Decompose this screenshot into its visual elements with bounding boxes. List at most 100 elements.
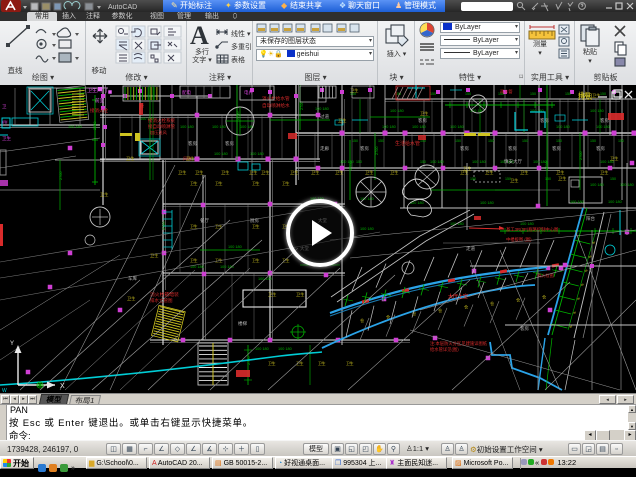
svg-text:消火栓图: 消火栓图 xyxy=(537,272,554,279)
svg-text:走廊: 走廊 xyxy=(320,145,329,152)
svg-text:客房: 客房 xyxy=(600,117,609,124)
svg-text:卫生: 卫生 xyxy=(350,87,358,93)
svg-text:2700: 2700 xyxy=(545,162,549,170)
svg-text:卫生: 卫生 xyxy=(338,117,346,123)
svg-text:餐厅: 餐厅 xyxy=(200,217,209,224)
svg-text:100 180: 100 180 xyxy=(480,201,494,205)
svg-text:多重引线: 多重引线 xyxy=(231,42,251,51)
svg-text:电井: 电井 xyxy=(244,89,253,96)
svg-text:100 180: 100 180 xyxy=(590,109,604,113)
svg-text:100 180: 100 180 xyxy=(430,160,444,164)
svg-text:接消火栓系统: 接消火栓系统 xyxy=(148,117,175,124)
svg-text:100 180: 100 180 xyxy=(570,200,584,204)
svg-text:卫生: 卫生 xyxy=(268,361,276,366)
svg-text:卫生: 卫生 xyxy=(261,169,269,175)
svg-text:表格: 表格 xyxy=(231,55,245,64)
svg-text:2700: 2700 xyxy=(93,122,97,130)
svg-text:100 180: 100 180 xyxy=(472,160,486,164)
svg-text:卫生: 卫生 xyxy=(127,295,135,301)
svg-text:卫生: 卫生 xyxy=(365,169,373,175)
svg-text:客房: 客房 xyxy=(360,145,369,152)
svg-text:仓: 仓 xyxy=(438,307,443,313)
svg-text:仓: 仓 xyxy=(360,317,365,323)
svg-text:仓: 仓 xyxy=(464,303,469,309)
svg-text:100 180: 100 180 xyxy=(228,245,242,249)
svg-text:100 180: 100 180 xyxy=(250,152,264,156)
svg-text:过道: 过道 xyxy=(320,113,329,120)
svg-text:卫生: 卫生 xyxy=(100,191,108,197)
svg-text:卫生: 卫生 xyxy=(290,169,298,175)
svg-text:客房: 客房 xyxy=(508,145,517,152)
svg-text:客房: 客房 xyxy=(552,145,561,152)
svg-text:150: 150 xyxy=(590,139,596,143)
svg-text:100 180: 100 180 xyxy=(68,125,82,129)
svg-text:2700: 2700 xyxy=(162,222,166,230)
svg-text:卫生: 卫生 xyxy=(126,155,134,161)
svg-text:2700: 2700 xyxy=(579,152,583,160)
svg-text:卫生: 卫生 xyxy=(311,169,319,175)
svg-text:150: 150 xyxy=(600,92,606,96)
svg-text:客房: 客房 xyxy=(418,117,427,124)
svg-text:卫生: 卫生 xyxy=(190,258,198,263)
svg-text:基工3R(3P)瓶略控制中心图: 基工3R(3P)瓶略控制中心图 xyxy=(506,226,558,233)
svg-text:消火栓给水管: 消火栓给水管 xyxy=(262,95,290,102)
svg-text:2700: 2700 xyxy=(375,147,379,155)
svg-text:卫生: 卫生 xyxy=(268,291,276,297)
svg-text:150: 150 xyxy=(420,160,426,164)
svg-text:走道: 走道 xyxy=(466,245,475,252)
svg-text:卫生: 卫生 xyxy=(420,110,428,116)
svg-text:雨水管: 雨水管 xyxy=(500,88,513,95)
svg-text:卫: 卫 xyxy=(2,104,7,109)
svg-text:100 180: 100 180 xyxy=(608,200,622,204)
svg-text:100 180: 100 180 xyxy=(214,152,228,156)
svg-text:150: 150 xyxy=(545,177,551,181)
svg-text:仓: 仓 xyxy=(542,293,547,299)
svg-text:100 180: 100 180 xyxy=(382,125,396,129)
svg-text:楼梯: 楼梯 xyxy=(238,320,247,327)
svg-text:卫生: 卫生 xyxy=(520,169,528,175)
svg-text:8: 8 xyxy=(568,325,572,328)
svg-text:线性 ▾: 线性 ▾ xyxy=(231,29,251,38)
svg-text:卫生: 卫生 xyxy=(318,361,326,366)
svg-text:150: 150 xyxy=(522,139,528,143)
svg-text:2700: 2700 xyxy=(59,172,63,180)
svg-text:给水管详见(图): 给水管详见(图) xyxy=(430,346,459,353)
svg-text:Y: Y xyxy=(10,341,14,347)
svg-text:100 180: 100 180 xyxy=(360,227,374,231)
svg-text:生活给水管: 生活给水管 xyxy=(395,140,420,147)
svg-text:卫生: 卫生 xyxy=(195,169,203,175)
svg-text:100 180: 100 180 xyxy=(278,347,292,351)
svg-text:100 180: 100 180 xyxy=(390,109,404,113)
svg-text:客房: 客房 xyxy=(460,145,469,152)
svg-text:150: 150 xyxy=(610,177,616,181)
svg-text:卫生: 卫生 xyxy=(335,169,343,175)
svg-text:卫生: 卫生 xyxy=(252,224,260,229)
svg-text:卫生: 卫生 xyxy=(485,169,493,175)
svg-text:车库: 车库 xyxy=(128,275,137,282)
svg-text:100 180: 100 180 xyxy=(180,125,194,129)
svg-text:8: 8 xyxy=(584,269,588,272)
svg-text:150: 150 xyxy=(556,139,562,143)
svg-text:150: 150 xyxy=(618,139,624,143)
svg-text:卫生: 卫生 xyxy=(460,169,468,175)
svg-text:150: 150 xyxy=(430,92,436,96)
svg-text:客房: 客房 xyxy=(225,140,234,147)
svg-text:卫生: 卫生 xyxy=(190,224,198,229)
svg-text:卫生: 卫生 xyxy=(346,361,354,366)
svg-text:8: 8 xyxy=(576,297,580,300)
svg-text:100 180: 100 180 xyxy=(255,347,269,351)
svg-text:150: 150 xyxy=(352,139,358,143)
svg-text:卫生: 卫生 xyxy=(252,258,260,263)
svg-text:##: ## xyxy=(2,120,8,126)
svg-text:卫生间门: 卫生间门 xyxy=(87,87,107,94)
svg-text:慎安大厅: 慎安大厅 xyxy=(504,158,522,165)
svg-text:100 180: 100 180 xyxy=(590,183,604,187)
svg-text:前室: 前室 xyxy=(95,97,105,104)
svg-text:100 180: 100 180 xyxy=(412,125,426,129)
svg-text:加压送风: 加压送风 xyxy=(150,129,168,136)
svg-text:卫生: 卫生 xyxy=(556,169,564,175)
svg-text:100 180: 100 180 xyxy=(450,125,464,129)
svg-text:8: 8 xyxy=(587,255,591,258)
svg-text:排烟: 排烟 xyxy=(578,92,592,101)
svg-text:卫生: 卫生 xyxy=(610,155,618,161)
